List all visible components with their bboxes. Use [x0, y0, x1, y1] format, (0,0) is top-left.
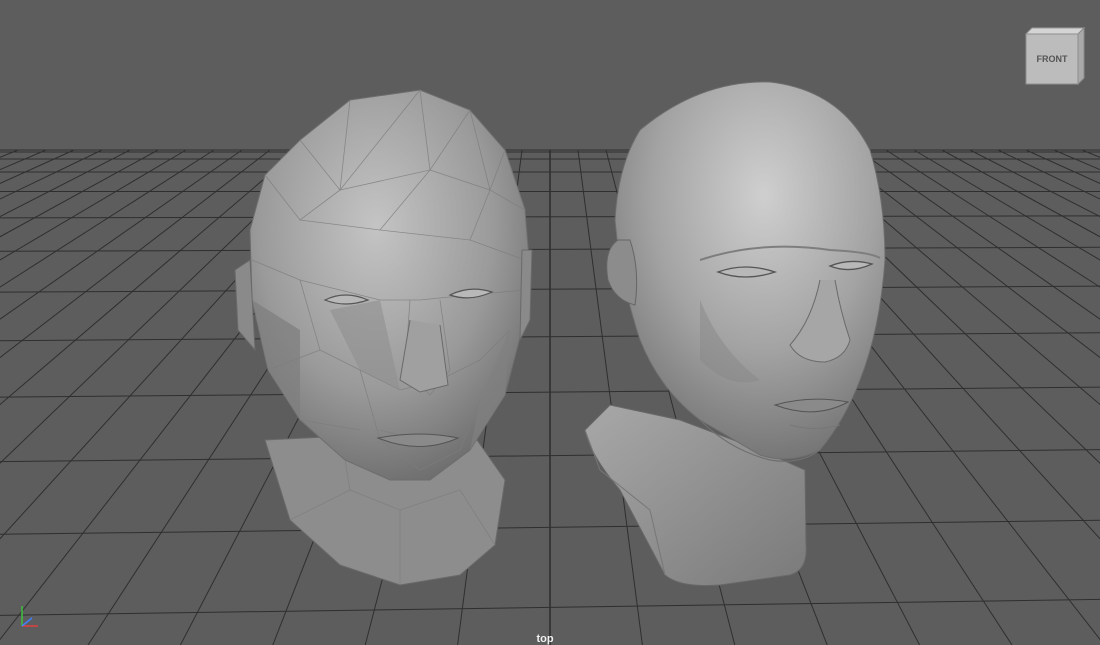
grid-line-depth [0, 149, 159, 238]
grid-line-depth [997, 149, 1100, 200]
grid-line-depth [857, 149, 1100, 320]
axis-gizmo [21, 606, 38, 627]
3d-viewport[interactable]: FRONT top [0, 0, 1100, 645]
grid-line-depth [969, 149, 1100, 218]
view-cube-face-label: FRONT [1037, 54, 1068, 64]
grid-line-depth [885, 149, 1100, 288]
low-poly-head[interactable] [234, 89, 533, 586]
grid-line-depth [1081, 149, 1100, 158]
camera-name-label: top [536, 633, 554, 645]
view-cube[interactable]: FRONT [1018, 24, 1088, 86]
grid-line-depth [1025, 149, 1100, 185]
grid-line-depth [913, 149, 1100, 261]
smooth-head-bust[interactable] [584, 81, 886, 586]
grid-line-depth [0, 149, 131, 218]
grid-line-depth [941, 149, 1100, 238]
grid-line-depth [0, 149, 243, 320]
perspective-grid [0, 81, 1100, 645]
grid-line-depth [0, 149, 187, 261]
grid-line-depth [0, 149, 215, 288]
grid-lines [0, 149, 1100, 645]
